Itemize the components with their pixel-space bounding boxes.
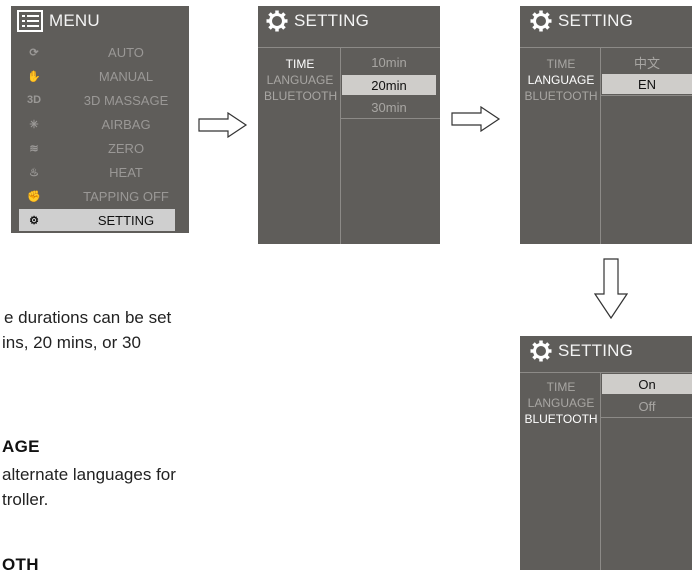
setting-bluetooth-panel: SETTING TIME LANGUAGE BLUETOOTH On Off (520, 336, 692, 570)
bluetooth-heading: OTH (2, 555, 39, 574)
option-en[interactable]: EN (602, 74, 692, 94)
menu-item-heat[interactable]: ♨ HEAT (11, 161, 189, 183)
menu-item-auto[interactable]: ⟳ AUTO (11, 41, 189, 63)
label-time[interactable]: TIME (524, 379, 598, 395)
setting-header: SETTING (530, 6, 633, 36)
gear-icon (266, 10, 288, 32)
menu-header: MENU (17, 6, 100, 36)
label-time[interactable]: TIME (524, 56, 598, 72)
menu-item-zero[interactable]: ≋ ZERO (11, 137, 189, 159)
3d-icon: 3D (26, 94, 42, 106)
option-off[interactable]: Off (602, 396, 692, 416)
setting-title: SETTING (558, 341, 634, 360)
setting-header: SETTING (266, 6, 369, 36)
setting-title: SETTING (558, 11, 634, 30)
auto-icon: ⟳ (29, 46, 39, 59)
setting-time-panel: SETTING TIME LANGUAGE BLUETOOTH 10min 20… (258, 6, 440, 244)
menu-item-setting[interactable]: ⚙ SETTING (19, 209, 175, 231)
heat-icon: ♨ (29, 166, 39, 179)
option-10min[interactable]: 10min (342, 52, 436, 72)
gear-icon (530, 340, 552, 362)
menu-panel: MENU ⟳ AUTO ✋ MANUAL 3D 3D MASSAGE ✳ AIR… (11, 6, 189, 233)
time-description-line-1: e durations can be set (4, 308, 172, 327)
menu-item-airbag[interactable]: ✳ AIRBAG (11, 113, 189, 135)
tapping-icon: ✊ (27, 190, 41, 203)
zero-gravity-icon: ≋ (29, 142, 39, 155)
language-description-line-1: alternate languages for (2, 465, 176, 484)
label-language[interactable]: LANGUAGE (524, 72, 598, 88)
airbag-icon: ✳ (29, 118, 39, 131)
label-language[interactable]: LANGUAGE (264, 72, 336, 88)
manual-icon: ✋ (27, 70, 41, 83)
menu-item-3d-massage[interactable]: 3D 3D MASSAGE (11, 89, 189, 111)
language-description-line-2: troller. (2, 490, 49, 509)
label-bluetooth[interactable]: BLUETOOTH (524, 88, 598, 104)
menu-title: MENU (49, 11, 100, 30)
label-bluetooth[interactable]: BLUETOOTH (264, 88, 337, 104)
setting-language-panel: SETTING TIME LANGUAGE BLUETOOTH 中文 EN (520, 6, 692, 244)
menu-item-tapping[interactable]: ✊ TAPPING OFF (11, 185, 189, 207)
setting-header: SETTING (530, 336, 633, 366)
label-bluetooth[interactable]: BLUETOOTH (524, 411, 598, 427)
label-language[interactable]: LANGUAGE (524, 395, 598, 411)
right-arrow-icon (198, 112, 248, 138)
down-arrow-icon (594, 258, 628, 320)
language-heading: AGE (2, 437, 40, 456)
menu-list-icon (17, 10, 43, 32)
time-description-line-2: ins, 20 mins, or 30 (2, 333, 141, 352)
setting-title: SETTING (294, 11, 370, 30)
right-arrow-icon (451, 106, 501, 132)
option-on[interactable]: On (602, 374, 692, 394)
label-time[interactable]: TIME (264, 56, 336, 72)
gear-icon: ⚙ (29, 214, 39, 227)
gear-icon (530, 10, 552, 32)
menu-item-manual[interactable]: ✋ MANUAL (11, 65, 189, 87)
option-chinese[interactable]: 中文 (602, 52, 692, 72)
option-20min[interactable]: 20min (342, 75, 436, 95)
option-30min[interactable]: 30min (342, 97, 436, 117)
